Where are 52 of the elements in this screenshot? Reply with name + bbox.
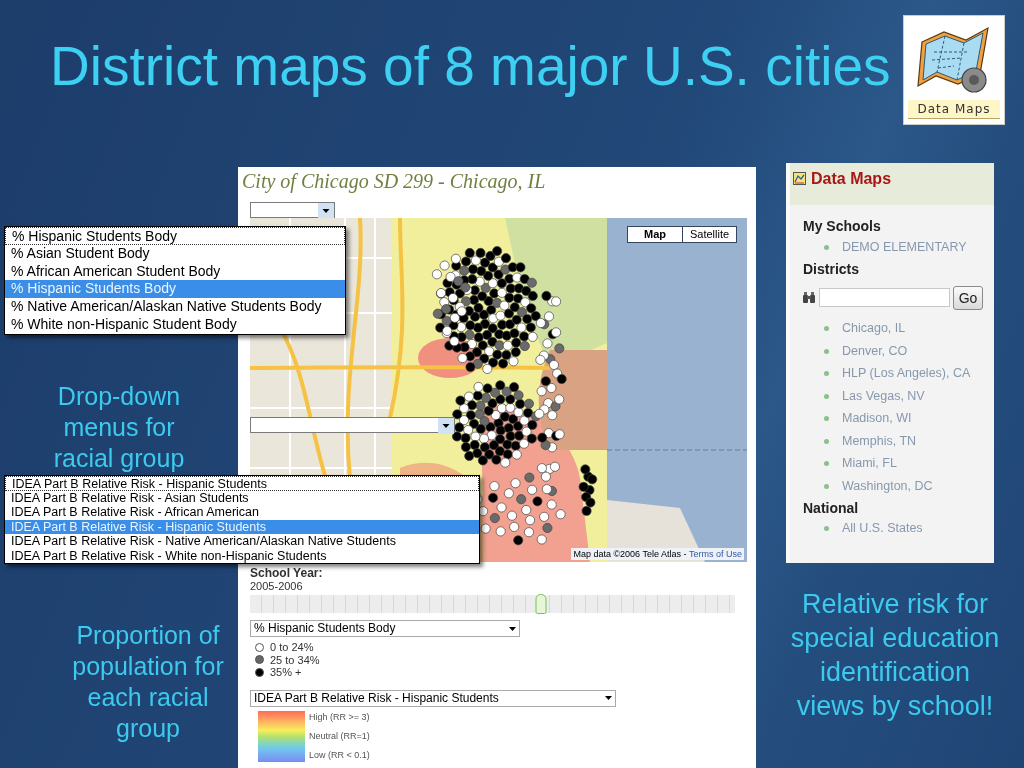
caret-icon [318,203,334,219]
dropdown-option[interactable]: IDEA Part B Relative Risk - African American [5,505,479,520]
caret-icon [605,696,612,700]
go-button[interactable]: Go [953,285,983,310]
legend-label: Low (RR < 0.1) [309,749,370,761]
section-heading: My Schools [803,217,882,236]
bullet-icon [824,526,829,532]
chart-icon [793,172,806,185]
map-attribution: Map data ©2006 Tele Atlas - [573,548,688,560]
dropdown-option[interactable]: IDEA Part B Relative Risk - Native American/Alaskan Native Students [5,534,479,549]
risk-gradient-bar [258,710,305,762]
section-heading: Districts [803,259,861,279]
dropdown-option[interactable]: % Asian Student Body [5,244,345,263]
binoculars-icon [803,292,815,303]
bullet-icon [824,244,829,250]
dropdown-field[interactable] [250,417,455,433]
bullet-icon [824,371,829,377]
risk-select[interactable]: IDEA Part B Relative Risk - Hispanic Students [250,689,616,707]
population-select[interactable]: % Hispanic Students Body [250,620,520,637]
dropdown-value[interactable]: IDEA Part B Relative Risk - Hispanic Students [5,476,479,491]
dropdown-field[interactable] [250,202,335,218]
school-year-label: School Year: [250,566,324,580]
section-heading: National [803,498,860,518]
school-year-value: 2005-2006 [250,580,304,593]
legend-label: Neutral (RR=1) [309,730,370,742]
caption-text: Relative risk for special education identification views by school! [789,588,1001,723]
sidebar-title: Data Maps [811,170,892,188]
dropdown-option[interactable]: IDEA Part B Relative Risk - Asian Students [5,490,479,505]
dropdown-value[interactable]: % Hispanic Students Body [5,227,345,245]
slide-title: District maps of 8 major U.S. cities [49,34,891,98]
year-slider[interactable] [250,595,735,613]
terms-link[interactable]: Terms of Use [689,548,742,560]
bullet-icon [824,326,829,332]
dropdown-option[interactable]: % Native American/Alaskan Native Students Body [5,298,345,316]
caret-icon [509,626,516,631]
legend-label: High (RR >= 3) [309,711,370,723]
bullet-icon [824,483,829,489]
caption-text: Proportion of population for each racial group [71,620,225,744]
bullet-icon [824,416,829,422]
search-field[interactable] [819,288,950,307]
caption-text: Drop-down menus for racial group [52,381,186,474]
bullet-icon [824,393,829,399]
bullet-icon [824,438,829,444]
caret-icon [438,418,454,434]
bullet-icon [824,348,829,354]
slider-thumb[interactable] [535,594,547,614]
legend-label: 0 to 24% [270,641,314,654]
district-title: City of Chicago SD 299 - Chicago, IL [241,169,547,194]
legend-label: 35% + [270,666,302,679]
logo-caption: Data Maps [908,100,1000,119]
bullet-icon [824,461,829,467]
legend-label: 25 to 34% [270,653,320,666]
